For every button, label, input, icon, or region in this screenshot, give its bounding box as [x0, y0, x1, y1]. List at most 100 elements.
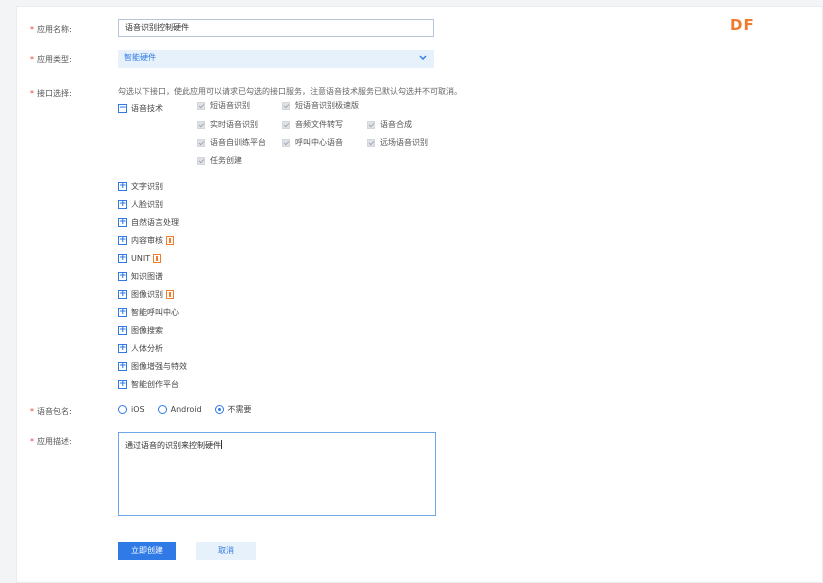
radio-unselected-icon — [118, 405, 127, 414]
checkbox-checked-icon — [282, 101, 290, 110]
interface-group-item[interactable]: + 图像识别 — [118, 288, 174, 300]
speech-item-checkbox[interactable]: 短语音识别 — [197, 100, 250, 111]
required-mark: * — [30, 407, 34, 416]
expand-icon[interactable]: + — [118, 361, 127, 371]
app-name-input[interactable]: 语音识别控制硬件 — [118, 19, 434, 37]
interface-group-item[interactable]: + 图像搜索 — [118, 324, 163, 336]
checkbox-checked-icon — [197, 101, 205, 110]
interface-group-label: 智能创作平台 — [131, 379, 179, 389]
speech-item-checkbox[interactable]: 语音合成 — [367, 119, 412, 130]
speech-item-checkbox[interactable]: 实时语音识别 — [197, 119, 258, 130]
checkbox-checked-icon — [282, 120, 290, 129]
app-type-label: * 应用类型: — [30, 55, 72, 64]
expand-icon[interactable]: + — [118, 289, 127, 299]
interface-group-item[interactable]: + 知识图谱 — [118, 270, 163, 282]
speech-item-checkbox[interactable]: 音频文件转写 — [282, 119, 343, 130]
interface-group-item[interactable]: + 自然语言处理 — [118, 216, 179, 228]
interface-group-label: 自然语言处理 — [131, 217, 179, 227]
speech-item-label: 短语音识别极速版 — [295, 101, 359, 110]
required-mark: * — [30, 89, 34, 98]
app-type-select[interactable]: 智能硬件 — [118, 50, 434, 68]
description-label: * 应用描述: — [30, 437, 72, 446]
speech-item-label: 语音合成 — [380, 120, 412, 129]
description-textarea[interactable]: 通过语音的识别来控制硬件 — [118, 432, 436, 516]
speech-item-label: 远场语音识别 — [380, 138, 428, 147]
package-radio-label: 不需要 — [227, 405, 252, 414]
radio-selected-icon — [214, 405, 224, 414]
interface-group-label: 人脸识别 — [131, 199, 163, 209]
speech-item-label: 实时语音识别 — [210, 120, 258, 129]
interface-group-label: UNIT — [131, 253, 151, 263]
interface-group-label: 文字识别 — [131, 181, 163, 191]
required-mark: * — [30, 437, 34, 446]
expand-icon[interactable]: + — [118, 181, 127, 191]
interface-group-item[interactable]: − 语音技术 — [118, 102, 163, 114]
expand-icon[interactable]: + — [118, 307, 127, 317]
interface-group-item[interactable]: + 人脸识别 — [118, 198, 163, 210]
checkbox-checked-icon — [367, 120, 375, 129]
interface-group-item[interactable]: + 人体分析 — [118, 342, 163, 354]
interface-group-label: 人体分析 — [131, 343, 163, 353]
chevron-down-icon — [419, 55, 427, 60]
interface-group-label: 语音技术 — [131, 103, 163, 113]
speech-item-label: 任务创建 — [210, 156, 242, 165]
interface-group-item[interactable]: + 内容审核 — [118, 234, 174, 246]
create-button[interactable]: 立即创建 — [118, 542, 176, 560]
expand-icon[interactable]: + — [118, 199, 127, 209]
required-mark: * — [30, 55, 34, 64]
package-radio-option[interactable]: 不需要 — [214, 404, 252, 415]
cancel-button[interactable]: 取消 — [196, 542, 256, 560]
checkbox-checked-icon — [282, 138, 290, 147]
text-caret — [221, 440, 222, 449]
speech-item-checkbox[interactable]: 呼叫中心语音 — [282, 137, 343, 148]
package-radio-group: iOS Android 不需要 — [118, 404, 265, 415]
interface-group-item[interactable]: + 图像增强与特效 — [118, 360, 187, 372]
interface-group-label: 知识图谱 — [131, 271, 163, 281]
watermark-logo: DF — [730, 16, 755, 34]
package-radio-option[interactable]: iOS — [118, 405, 145, 414]
speech-item-checkbox[interactable]: 短语音识别极速版 — [282, 100, 359, 111]
interface-group-item[interactable]: + UNIT — [118, 252, 162, 264]
interface-group-label: 内容审核 — [131, 235, 163, 245]
app-name-label: * 应用名称: — [30, 25, 72, 34]
expand-icon[interactable]: + — [118, 343, 127, 353]
checkbox-checked-icon — [367, 138, 375, 147]
required-mark: * — [30, 25, 34, 34]
interface-group-item[interactable]: + 智能呼叫中心 — [118, 306, 179, 318]
package-label: * 语音包名: — [30, 407, 72, 416]
speech-item-checkbox[interactable]: 远场语音识别 — [367, 137, 428, 148]
expand-icon[interactable]: + — [118, 271, 127, 281]
expand-icon[interactable]: + — [118, 235, 127, 245]
interface-group-label: 图像搜索 — [131, 325, 163, 335]
expand-icon[interactable]: + — [118, 379, 127, 389]
speech-item-label: 呼叫中心语音 — [295, 138, 343, 147]
form-panel: DF * 应用名称: 语音识别控制硬件 * 应用类型: 智能硬件 * 接口选择: 勾选… — [16, 6, 823, 583]
speech-item-label: 语音自训练平台 — [210, 138, 266, 147]
description-text: 通过语音的识别来控制硬件 — [125, 441, 221, 450]
info-badge-icon — [153, 253, 162, 263]
interface-group-label: 智能呼叫中心 — [131, 307, 179, 317]
collapse-icon[interactable]: − — [118, 103, 127, 113]
checkbox-checked-icon — [197, 156, 205, 165]
radio-unselected-icon — [157, 405, 167, 414]
speech-item-label: 音频文件转写 — [295, 120, 343, 129]
interface-group-item[interactable]: + 文字识别 — [118, 180, 163, 192]
interface-group-item[interactable]: + 智能创作平台 — [118, 378, 179, 390]
expand-icon[interactable]: + — [118, 253, 127, 263]
checkbox-checked-icon — [197, 120, 205, 129]
app-type-value: 智能硬件 — [124, 53, 156, 62]
interface-group-label: 图像识别 — [131, 289, 163, 299]
expand-icon[interactable]: + — [118, 325, 127, 335]
speech-item-checkbox[interactable]: 任务创建 — [197, 155, 242, 166]
interface-group-label: 图像增强与特效 — [131, 361, 187, 371]
info-badge-icon — [166, 289, 174, 299]
package-radio-label: iOS — [131, 405, 145, 414]
speech-item-checkbox[interactable]: 语音自训练平台 — [197, 137, 266, 148]
checkbox-checked-icon — [197, 138, 205, 147]
speech-item-label: 短语音识别 — [210, 101, 250, 110]
interfaces-hint: 勾选以下接口，使此应用可以请求已勾选的接口服务，注意语音技术服务已默认勾选并不可… — [118, 87, 462, 96]
info-badge-icon — [166, 235, 174, 245]
package-radio-option[interactable]: Android — [157, 405, 202, 414]
expand-icon[interactable]: + — [118, 217, 127, 227]
package-radio-label: Android — [170, 405, 202, 414]
